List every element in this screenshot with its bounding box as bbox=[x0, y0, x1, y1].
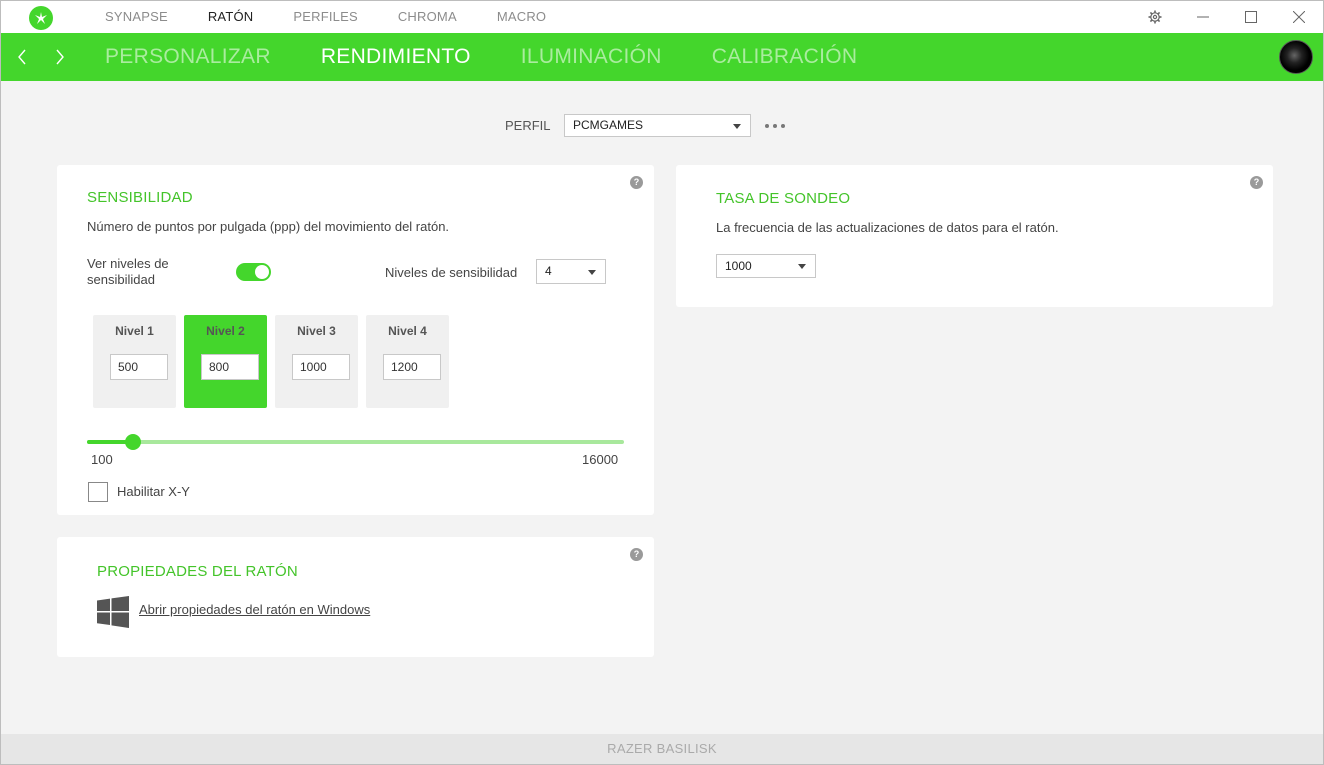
window-controls bbox=[1131, 1, 1323, 33]
dpi-slider-track[interactable] bbox=[87, 440, 624, 444]
profile-select-value: PCMGAMES bbox=[573, 118, 644, 132]
topnav-synapse[interactable]: SYNAPSE bbox=[105, 1, 168, 33]
level-1-input[interactable]: 500 bbox=[110, 354, 168, 380]
sensitivity-title: SENSIBILIDAD bbox=[87, 189, 193, 206]
level-2-card[interactable]: Nivel 2 800 bbox=[184, 315, 267, 408]
mouse-properties-card bbox=[57, 537, 654, 657]
tab-rendimiento[interactable]: RENDIMIENTO bbox=[321, 33, 471, 81]
enable-xy-label: Habilitar X-Y bbox=[117, 484, 190, 499]
razer-logo-icon[interactable] bbox=[29, 6, 53, 30]
topnav-macro[interactable]: MACRO bbox=[497, 1, 546, 33]
minimize-icon bbox=[1197, 16, 1209, 18]
chevron-down-icon bbox=[588, 269, 596, 275]
mouse-properties-title: PROPIEDADES DEL RATÓN bbox=[97, 563, 298, 580]
polling-rate-value: 1000 bbox=[725, 259, 752, 273]
level-3-label: Nivel 3 bbox=[297, 324, 336, 338]
levels-count-value: 4 bbox=[545, 264, 552, 278]
dpi-slider-thumb[interactable] bbox=[124, 434, 141, 450]
level-4-label: Nivel 4 bbox=[388, 324, 427, 338]
forward-button[interactable] bbox=[48, 45, 72, 69]
topnav-raton[interactable]: RATÓN bbox=[208, 1, 254, 33]
minimize-button[interactable] bbox=[1179, 1, 1227, 33]
show-levels-label: Ver niveles de sensibilidad bbox=[87, 256, 169, 287]
open-mouse-properties-link[interactable]: Abrir propiedades del ratón en Windows bbox=[139, 602, 370, 617]
slider-min-label: 100 bbox=[91, 452, 113, 467]
profile-select[interactable]: PCMGAMES bbox=[564, 114, 751, 137]
tab-calibracion[interactable]: CALIBRACIÓN bbox=[712, 33, 858, 81]
level-1-label: Nivel 1 bbox=[115, 324, 154, 338]
device-status-bar: RAZER BASILISK bbox=[1, 734, 1323, 764]
topnav-chroma[interactable]: CHROMA bbox=[398, 1, 457, 33]
polling-title: TASA DE SONDEO bbox=[716, 190, 851, 207]
sensitivity-help-icon[interactable]: ? bbox=[630, 176, 643, 189]
section-tabs: PERSONALIZAR RENDIMIENTO ILUMINACIÓN CAL… bbox=[105, 33, 907, 81]
maximize-button[interactable] bbox=[1227, 1, 1275, 33]
topnav-perfiles[interactable]: PERFILES bbox=[293, 1, 357, 33]
level-1-card[interactable]: Nivel 1 500 bbox=[93, 315, 176, 408]
mouse-properties-help-icon[interactable]: ? bbox=[630, 548, 643, 561]
more-dots-icon bbox=[765, 124, 769, 128]
profile-label: PERFIL bbox=[505, 118, 551, 133]
level-2-input[interactable]: 800 bbox=[201, 354, 259, 380]
close-button[interactable] bbox=[1275, 1, 1323, 33]
level-3-input[interactable]: 1000 bbox=[292, 354, 350, 380]
top-nav: SYNAPSE RATÓN PERFILES CHROMA MACRO bbox=[105, 1, 586, 33]
show-levels-toggle[interactable] bbox=[236, 263, 271, 281]
polling-description: La frecuencia de las actualizaciones de … bbox=[716, 220, 1059, 235]
polling-card bbox=[676, 165, 1273, 307]
section-nav: PERSONALIZAR RENDIMIENTO ILUMINACIÓN CAL… bbox=[1, 33, 1323, 81]
enable-xy-checkbox[interactable] bbox=[88, 482, 108, 502]
level-2-label: Nivel 2 bbox=[206, 324, 245, 338]
profile-more-button[interactable] bbox=[765, 116, 785, 136]
chevron-left-icon bbox=[18, 49, 26, 65]
tab-iluminacion[interactable]: ILUMINACIÓN bbox=[521, 33, 662, 81]
levels-count-label: Niveles de sensibilidad bbox=[385, 265, 518, 280]
chevron-right-icon bbox=[56, 49, 64, 65]
settings-button[interactable] bbox=[1131, 1, 1179, 33]
polling-rate-select[interactable]: 1000 bbox=[716, 254, 816, 278]
gear-icon bbox=[1148, 10, 1162, 24]
title-bar: SYNAPSE RATÓN PERFILES CHROMA MACRO bbox=[1, 1, 1323, 33]
close-icon bbox=[1293, 11, 1305, 23]
level-3-card[interactable]: Nivel 3 1000 bbox=[275, 315, 358, 408]
level-4-input[interactable]: 1200 bbox=[383, 354, 441, 380]
level-4-card[interactable]: Nivel 4 1200 bbox=[366, 315, 449, 408]
slider-max-label: 16000 bbox=[582, 452, 619, 467]
sensitivity-description: Número de puntos por pulgada (ppp) del m… bbox=[87, 219, 450, 234]
back-button[interactable] bbox=[10, 45, 34, 69]
polling-help-icon[interactable]: ? bbox=[1250, 176, 1263, 189]
tab-personalizar[interactable]: PERSONALIZAR bbox=[105, 33, 271, 81]
device-avatar[interactable] bbox=[1279, 40, 1313, 74]
levels-count-select[interactable]: 4 bbox=[536, 259, 606, 284]
device-name: RAZER BASILISK bbox=[607, 741, 717, 756]
maximize-icon bbox=[1245, 11, 1257, 23]
windows-logo-icon bbox=[97, 596, 129, 628]
chevron-down-icon bbox=[798, 264, 806, 269]
chevron-down-icon bbox=[733, 123, 741, 129]
